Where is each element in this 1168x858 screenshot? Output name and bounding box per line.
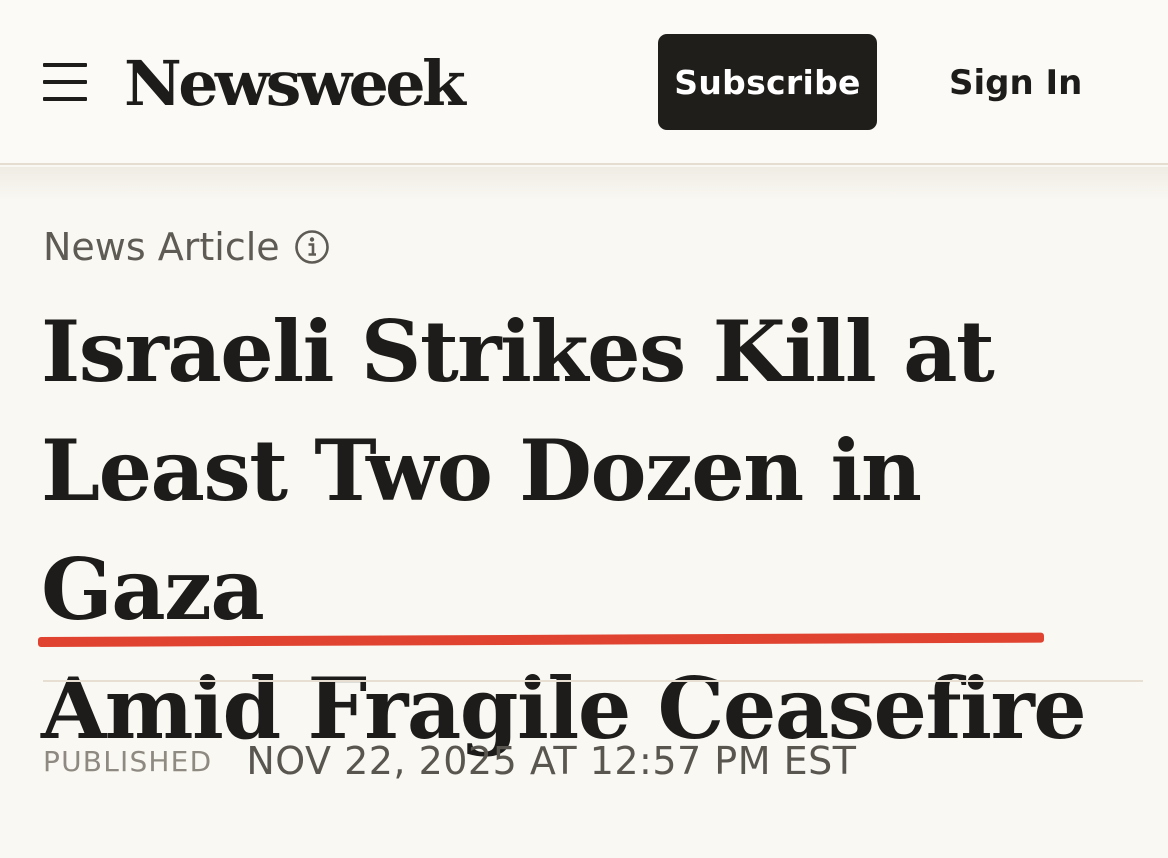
published-label: PUBLISHED bbox=[43, 744, 213, 778]
headline-line: Israeli Strikes Kill at bbox=[41, 302, 995, 401]
divider bbox=[43, 680, 1143, 682]
hamburger-menu-icon[interactable] bbox=[38, 58, 92, 108]
published-row: PUBLISHED NOV 22, 2025 AT 12:57 PM EST bbox=[43, 734, 856, 788]
info-circle-icon[interactable] bbox=[294, 229, 330, 265]
headline-line: Least Two Dozen in Gaza bbox=[41, 421, 922, 639]
newsweek-logo[interactable]: Newsweek bbox=[124, 44, 466, 124]
article-type-label: News Article bbox=[43, 225, 280, 269]
sign-in-link[interactable]: Sign In bbox=[949, 58, 1082, 108]
subscribe-button[interactable]: Subscribe bbox=[658, 34, 877, 130]
site-header: Newsweek Subscribe Sign In bbox=[0, 0, 1168, 165]
article-headline: Israeli Strikes Kill at Least Two Dozen … bbox=[41, 292, 1151, 768]
published-date: NOV 22, 2025 AT 12:57 PM EST bbox=[246, 739, 857, 783]
menu-bar bbox=[43, 97, 87, 101]
article-type-row: News Article bbox=[43, 220, 330, 274]
menu-bar bbox=[43, 80, 87, 84]
header-shadow bbox=[0, 167, 1168, 201]
menu-bar bbox=[43, 63, 87, 67]
